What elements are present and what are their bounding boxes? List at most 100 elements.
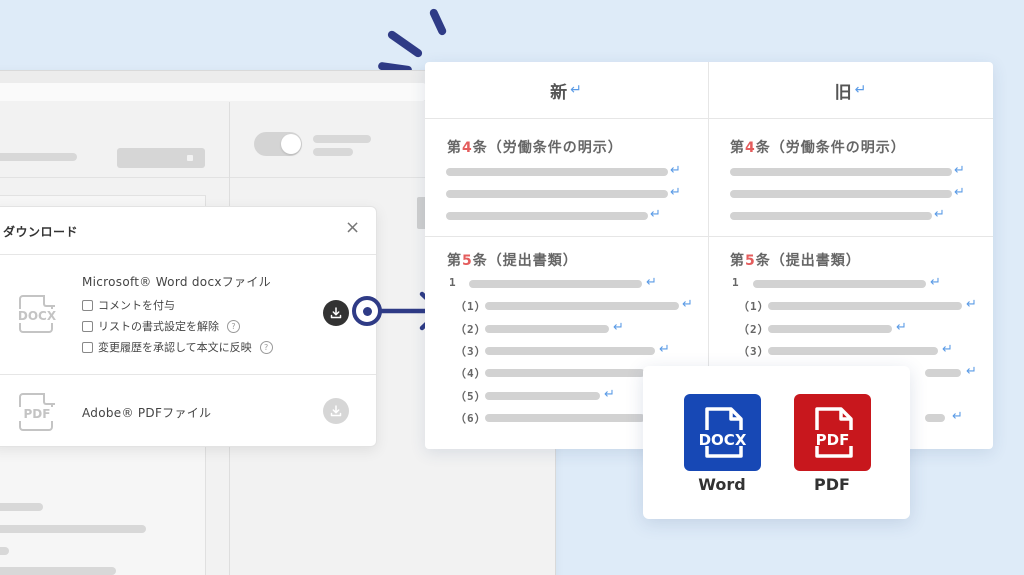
article-heading: 第5条（提出書類） (447, 250, 578, 270)
pdf-icon-label: PDF (17, 407, 57, 421)
docx-icon-text: DOCX (698, 431, 747, 449)
return-mark-icon: ↵ (966, 364, 977, 379)
item-number: （1） (738, 300, 770, 313)
article-number: 4 (745, 140, 756, 156)
item-number: （3） (455, 345, 487, 358)
placeholder-line (0, 547, 9, 555)
article-suffix: 条（提出書類） (755, 253, 861, 269)
pdf-format-label: PDF (814, 475, 850, 494)
item-number: （6） (455, 412, 487, 425)
return-mark-icon: ↵ (952, 409, 963, 424)
return-mark-icon: ↵ (670, 163, 681, 178)
file-fold (43, 295, 55, 307)
dialog-title: ダウンロード (3, 225, 79, 239)
item-number: （1） (455, 300, 487, 313)
text-line (446, 212, 648, 220)
return-mark-icon: ↵ (930, 275, 941, 290)
checkbox[interactable] (82, 299, 93, 311)
article-number: 5 (462, 253, 473, 269)
download-dialog: ダウンロード × DOCX Microsoft® Word docxファイル コ… (0, 206, 377, 447)
text-line (768, 325, 892, 333)
return-mark-icon: ↵ (954, 185, 965, 200)
article-suffix: 条（提出書類） (472, 253, 578, 269)
checkbox[interactable] (82, 341, 93, 353)
text-line (730, 212, 932, 220)
article-heading: 第4条（労働条件の明示） (730, 137, 906, 157)
item-number: 1 (732, 276, 740, 289)
column-header-label: 旧 (834, 82, 853, 103)
help-icon[interactable]: ? (227, 319, 240, 333)
download-docx-button[interactable] (323, 300, 349, 326)
docx-icon-label: DOCX (11, 309, 63, 323)
item-number: （2） (455, 323, 487, 336)
checkbox-clear-list-format[interactable]: リストの書式設定を解除 ? (82, 318, 240, 334)
return-mark-icon: ↵ (966, 297, 977, 312)
article-prefix: 第 (730, 253, 745, 269)
article-heading: 第4条（労働条件の明示） (447, 137, 623, 157)
checkbox-add-comments[interactable]: コメントを付与 (82, 297, 175, 313)
placeholder-button-dot (187, 155, 193, 161)
return-mark-icon: ↵ (570, 82, 583, 98)
text-line (768, 347, 938, 355)
placeholder-line (0, 567, 116, 575)
text-line (730, 168, 952, 176)
row-divider (425, 118, 993, 119)
return-mark-icon: ↵ (934, 207, 945, 222)
panel-divider (0, 177, 229, 178)
help-icon[interactable]: ? (259, 340, 273, 354)
article-number: 4 (462, 140, 473, 156)
word-format-label: Word (698, 475, 746, 494)
accent-stroke (386, 29, 424, 59)
export-format-card: DOCX Word PDF PDF (643, 366, 910, 519)
placeholder-line (0, 503, 43, 511)
item-number: （5） (455, 390, 487, 403)
return-mark-icon: ↵ (604, 387, 615, 402)
pointer-dot (362, 306, 372, 316)
close-icon[interactable]: × (345, 219, 360, 237)
column-header-new: 新 ↵ (425, 62, 708, 118)
download-pdf-button[interactable] (323, 398, 349, 424)
text-line (485, 392, 600, 400)
checkbox-label: 変更履歴を承認して本文に反映 (98, 341, 252, 354)
checkbox-accept-tracked-changes[interactable]: 変更履歴を承認して本文に反映 ? (82, 339, 273, 355)
checkbox-label: リストの書式設定を解除 (98, 320, 219, 333)
return-mark-icon: ↵ (854, 82, 868, 98)
placeholder-line (0, 525, 146, 533)
item-number: （3） (738, 345, 770, 358)
return-mark-icon: ↵ (942, 342, 953, 357)
return-mark-icon: ↵ (646, 275, 657, 290)
text-line (485, 347, 655, 355)
article-heading: 第5条（提出書類） (730, 250, 861, 270)
return-mark-icon: ↵ (682, 297, 693, 312)
docx-file-icon: DOCX (11, 295, 63, 337)
item-number: （4） (455, 367, 487, 380)
text-line (469, 280, 642, 288)
download-icon (330, 307, 342, 319)
checkbox[interactable] (82, 320, 93, 332)
article-prefix: 第 (730, 140, 745, 156)
divider (0, 254, 376, 255)
article-number: 5 (745, 253, 756, 269)
download-icon (330, 405, 342, 417)
return-mark-icon: ↵ (954, 163, 965, 178)
text-line (446, 190, 668, 198)
placeholder-line (0, 153, 77, 161)
text-line (446, 168, 668, 176)
row-divider (425, 236, 993, 237)
checkbox-label: コメントを付与 (98, 299, 175, 312)
toggle-knob (281, 134, 301, 154)
text-line (730, 190, 952, 198)
return-mark-icon: ↵ (650, 207, 661, 222)
text-line (485, 369, 645, 377)
placeholder-line (313, 135, 371, 143)
text-line (485, 414, 645, 422)
return-mark-icon: ↵ (613, 320, 624, 335)
divider (0, 374, 376, 375)
return-mark-icon: ↵ (896, 320, 907, 335)
address-bar (0, 83, 426, 101)
item-number: 1 (449, 276, 457, 289)
item-number: （2） (738, 323, 770, 336)
article-prefix: 第 (447, 140, 462, 156)
column-header-old: 旧 ↵ (709, 62, 993, 118)
pdf-file-icon: PDF (17, 393, 57, 435)
